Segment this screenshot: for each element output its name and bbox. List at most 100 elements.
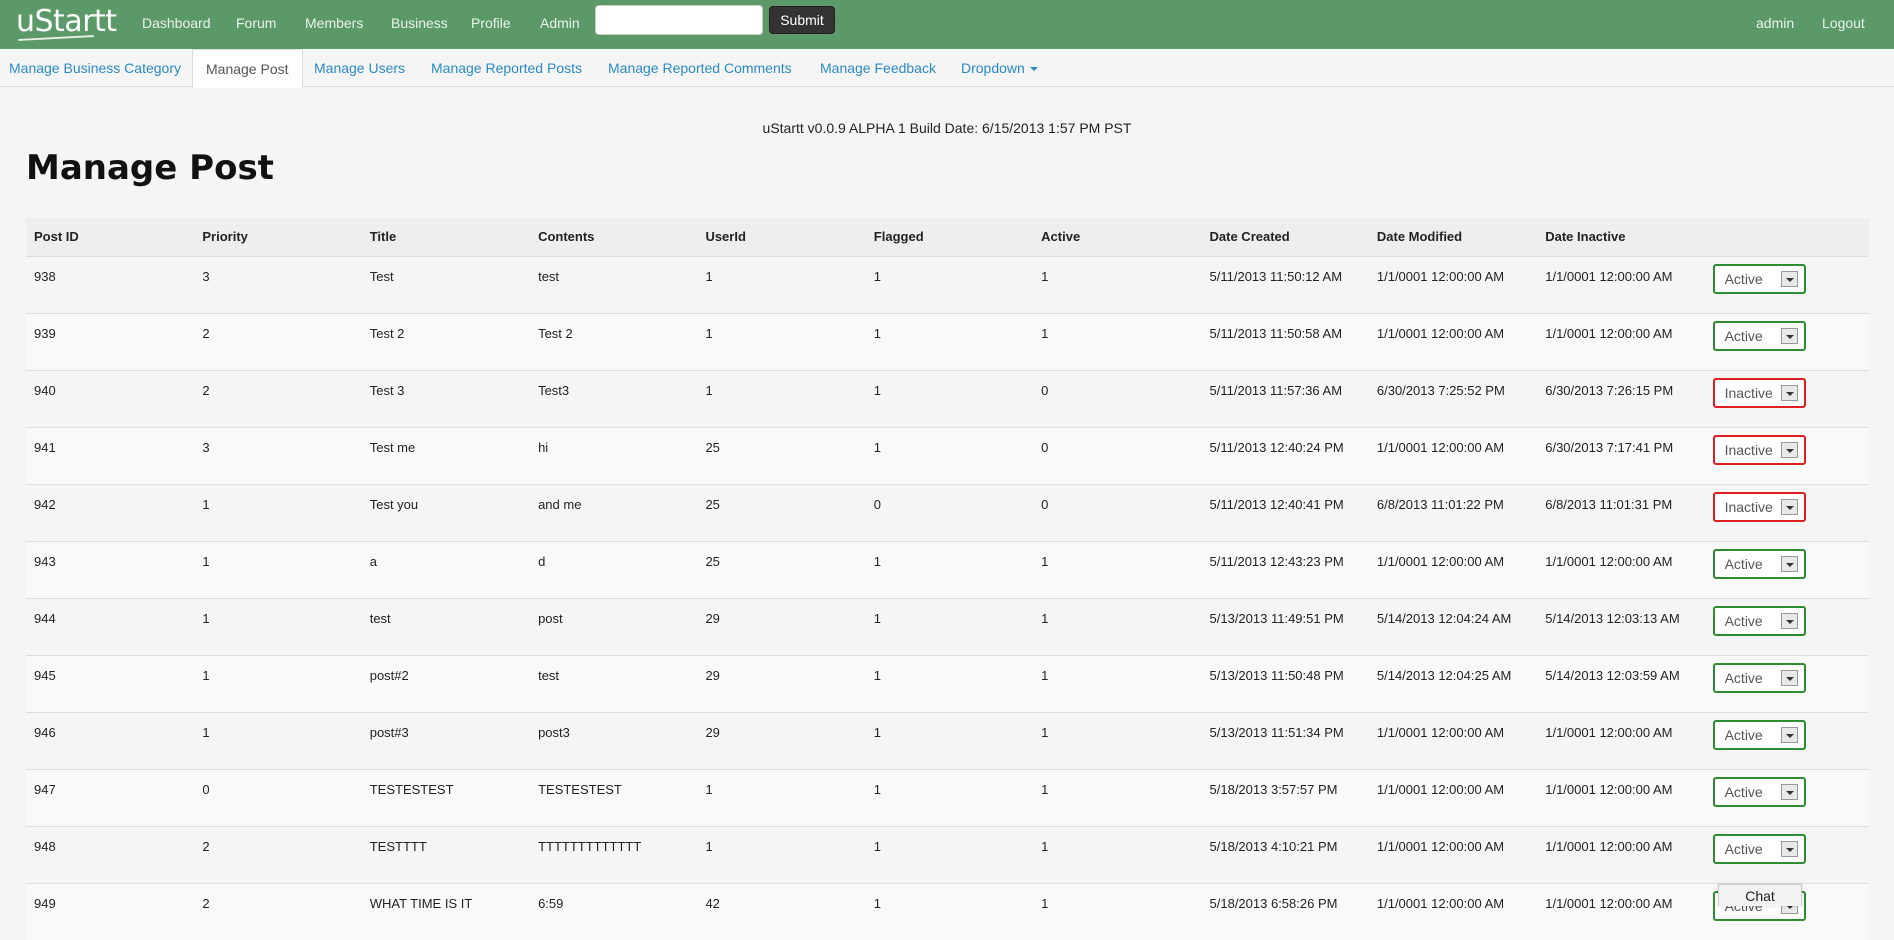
cell-priority: 1	[194, 711, 362, 769]
cell-flagged: 1	[865, 882, 1034, 940]
status-select[interactable]: Inactive	[1712, 491, 1806, 522]
tab-manage-business-category[interactable]: Manage Business Category	[9, 49, 181, 87]
status-select-value: Active	[1724, 270, 1763, 287]
logout-link[interactable]: Logout	[1822, 15, 1865, 31]
cell-active: 1	[1033, 255, 1202, 313]
cell-active: 0	[1033, 426, 1202, 484]
cell-date-inactive: 6/30/2013 7:26:15 PM	[1537, 369, 1705, 427]
status-select[interactable]: Active	[1712, 776, 1806, 807]
cell-title: Test 2	[361, 312, 531, 370]
nav-business[interactable]: Business	[391, 15, 448, 31]
cell-date-inactive: 6/8/2013 11:01:31 PM	[1537, 483, 1705, 541]
cell-date-created: 5/18/2013 4:10:21 PM	[1201, 825, 1369, 883]
cell-date-inactive: 1/1/0001 12:00:00 AM	[1537, 768, 1705, 826]
cell-status: Active	[1704, 312, 1869, 370]
tab-manage-users[interactable]: Manage Users	[314, 49, 405, 87]
cell-priority: 0	[194, 768, 362, 826]
status-select[interactable]: Active	[1712, 548, 1806, 579]
cell-date-inactive: 1/1/0001 12:00:00 AM	[1537, 312, 1705, 370]
header-contents: Contents	[530, 218, 698, 257]
cell-post-id: 945	[26, 654, 195, 712]
header-date-created: Date Created	[1201, 218, 1369, 257]
cell-post-id: 946	[26, 711, 195, 769]
dropdown-arrow-icon	[1780, 840, 1798, 857]
cell-active: 1	[1033, 768, 1202, 826]
posts-table-container: Post ID Priority Title Contents UserId F…	[26, 218, 1869, 940]
tab-dropdown[interactable]: Dropdown	[961, 49, 1038, 87]
nav-user-admin[interactable]: admin	[1756, 15, 1794, 31]
tab-manage-reported-posts[interactable]: Manage Reported Posts	[431, 49, 582, 87]
cell-title: a	[361, 540, 531, 598]
cell-date-inactive: 5/14/2013 12:03:13 AM	[1537, 597, 1705, 655]
table-row: 944 1 test post 29 1 1 5/13/2013 11:49:51 PM 5/1…	[26, 597, 1869, 655]
status-select[interactable]: Active	[1712, 662, 1806, 693]
submit-button[interactable]: Submit	[769, 6, 835, 34]
status-select-value: Active	[1724, 612, 1763, 629]
cell-date-modified: 1/1/0001 12:00:00 AM	[1368, 768, 1538, 826]
cell-priority: 2	[194, 369, 362, 427]
header-active: Active	[1033, 218, 1202, 257]
cell-contents: and me	[530, 483, 698, 541]
cell-userid: 1	[697, 825, 866, 883]
cell-active: 1	[1033, 825, 1202, 883]
status-select-value: Active	[1724, 555, 1763, 572]
table-row: 941 3 Test me hi 25 1 0 5/11/2013 12:40:24 PM 1/…	[26, 426, 1869, 484]
status-select[interactable]: Active	[1712, 833, 1806, 864]
cell-date-created: 5/13/2013 11:51:34 PM	[1201, 711, 1369, 769]
cell-userid: 29	[697, 597, 866, 655]
status-select[interactable]: Active	[1712, 605, 1806, 636]
cell-userid: 1	[697, 312, 866, 370]
chat-button[interactable]: Chat	[1718, 884, 1802, 906]
tab-manage-post[interactable]: Manage Post	[192, 49, 303, 88]
cell-date-created: 5/11/2013 12:40:24 PM	[1201, 426, 1369, 484]
cell-date-created: 5/11/2013 11:57:36 AM	[1201, 369, 1369, 427]
cell-date-modified: 1/1/0001 12:00:00 AM	[1368, 426, 1538, 484]
status-select[interactable]: Inactive	[1712, 434, 1806, 465]
cell-status: Inactive	[1704, 369, 1869, 427]
brand-logo[interactable]: uStartt	[16, 4, 117, 39]
nav-forum[interactable]: Forum	[236, 15, 276, 31]
status-select-value: Inactive	[1724, 498, 1773, 515]
cell-date-created: 5/11/2013 12:40:41 PM	[1201, 483, 1369, 541]
cell-priority: 2	[194, 882, 362, 940]
cell-status: Active	[1704, 255, 1869, 313]
cell-flagged: 1	[865, 540, 1034, 598]
cell-userid: 1	[697, 768, 866, 826]
search-input[interactable]	[595, 5, 763, 35]
status-select[interactable]: Inactive	[1712, 377, 1806, 408]
dropdown-arrow-icon	[1780, 783, 1798, 800]
nav-dashboard[interactable]: Dashboard	[142, 15, 211, 31]
nav-members[interactable]: Members	[305, 15, 363, 31]
dropdown-label: Dropdown	[961, 60, 1025, 76]
cell-date-inactive: 1/1/0001 12:00:00 AM	[1537, 882, 1705, 940]
cell-date-inactive: 6/30/2013 7:17:41 PM	[1537, 426, 1705, 484]
cell-contents: d	[530, 540, 698, 598]
cell-priority: 1	[194, 654, 362, 712]
cell-contents: test	[530, 255, 698, 313]
nav-admin[interactable]: Admin	[540, 15, 580, 31]
cell-date-created: 5/13/2013 11:50:48 PM	[1201, 654, 1369, 712]
dropdown-arrow-icon	[1780, 327, 1798, 344]
cell-userid: 42	[697, 882, 866, 940]
status-select[interactable]: Active	[1712, 719, 1806, 750]
cell-priority: 2	[194, 825, 362, 883]
header-flagged: Flagged	[865, 218, 1034, 257]
cell-date-created: 5/13/2013 11:49:51 PM	[1201, 597, 1369, 655]
cell-userid: 29	[697, 654, 866, 712]
cell-date-created: 5/18/2013 3:57:57 PM	[1201, 768, 1369, 826]
tab-manage-reported-comments[interactable]: Manage Reported Comments	[608, 49, 792, 87]
cell-contents: Test 2	[530, 312, 698, 370]
cell-status: Active	[1704, 825, 1869, 883]
cell-title: TESTTTT	[361, 825, 531, 883]
tab-manage-feedback[interactable]: Manage Feedback	[820, 49, 936, 87]
status-select[interactable]: Active	[1712, 263, 1806, 294]
cell-date-inactive: 1/1/0001 12:00:00 AM	[1537, 540, 1705, 598]
nav-profile[interactable]: Profile	[471, 15, 511, 31]
table-body: 938 3 Test test 1 1 1 5/11/2013 11:50:12 AM 1/1/…	[26, 255, 1869, 940]
cell-title: test	[361, 597, 531, 655]
status-select[interactable]: Active	[1712, 320, 1806, 351]
caret-down-icon	[1029, 67, 1038, 72]
header-date-modified: Date Modified	[1368, 218, 1538, 257]
cell-title: Test 3	[361, 369, 531, 427]
cell-title: Test	[361, 255, 531, 313]
